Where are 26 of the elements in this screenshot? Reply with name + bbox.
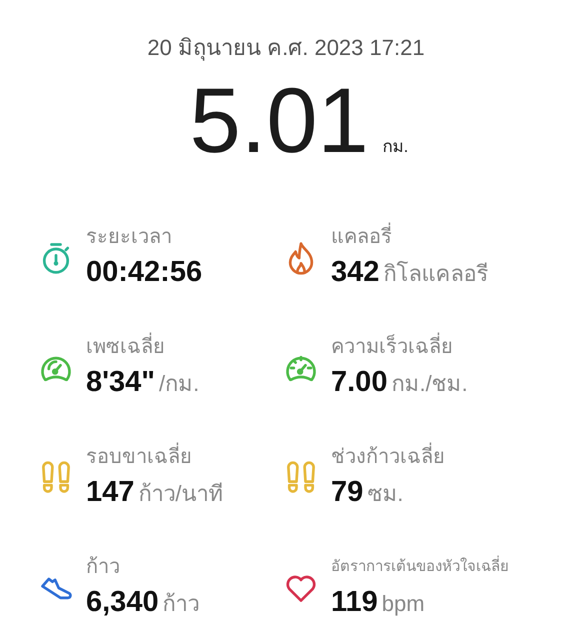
stat-label: แคลอรี่ — [331, 220, 488, 253]
stat-label: ระยะเวลา — [86, 224, 173, 250]
stat-label: รอบขาเฉลี่ย — [86, 440, 224, 473]
distance-value: 5.01 — [190, 69, 369, 174]
stat-value: 119 — [331, 584, 378, 620]
stat-value: 147 — [86, 474, 134, 510]
stat-value: 79 — [331, 474, 364, 510]
stat-value: 342 — [331, 254, 380, 290]
stat-value: 00:42:56 — [86, 254, 202, 290]
stat-value: 8'34" — [86, 364, 156, 400]
stat-label: ความเร็วเฉลี่ย — [331, 330, 468, 363]
stat-unit: ก้าว — [162, 590, 200, 618]
distance-unit: กม. — [382, 136, 408, 158]
stat-unit: ก้าว/นาที — [138, 480, 224, 508]
stat-unit: bpm — [382, 590, 425, 617]
workout-date: 20 มิถุนายน ค.ศ. 2023 17:21 — [146, 34, 426, 63]
stat-unit: ซม. — [367, 480, 404, 508]
stat-unit: กม./ชม. — [391, 370, 468, 398]
stat-value: 7.00 — [331, 364, 388, 400]
stat-unit: กิโลแคลอรี — [383, 260, 488, 288]
stat-label: อัตราการเต้นของหัวใจเฉลี่ย — [331, 554, 509, 577]
stat-label: เพซเฉลี่ย — [86, 330, 200, 363]
stat-label: ก้าว — [86, 554, 121, 580]
stat-unit: /กม. — [159, 370, 200, 398]
stat-label: ช่วงก้าวเฉลี่ย — [331, 440, 445, 473]
stat-value: 6,340 — [86, 584, 159, 620]
